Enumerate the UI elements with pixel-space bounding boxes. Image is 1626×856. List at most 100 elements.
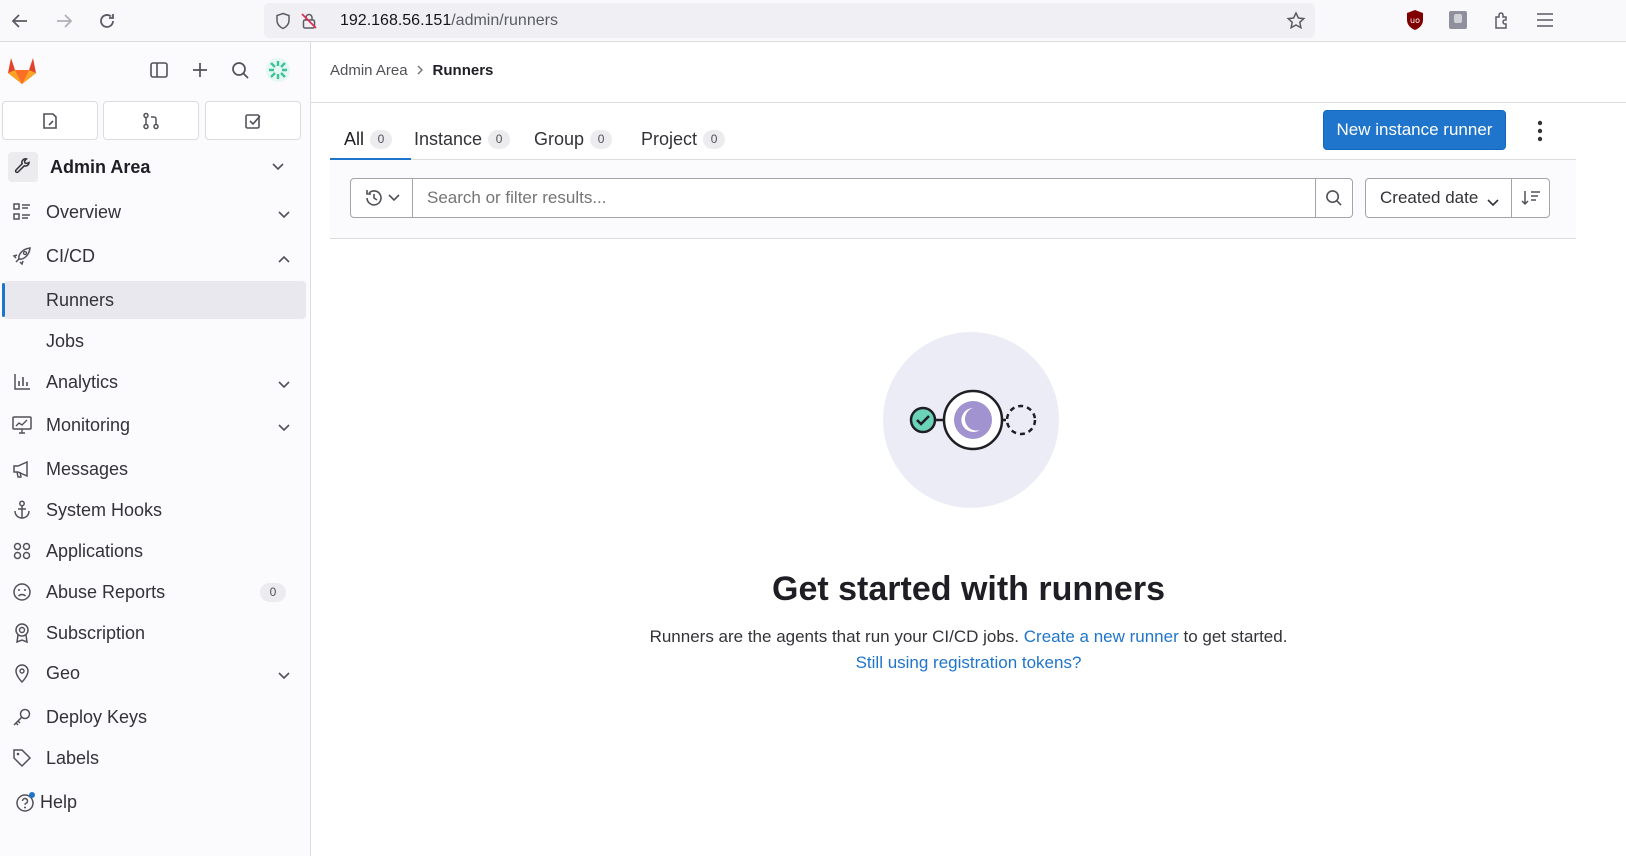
sort-lowest-icon — [1520, 191, 1540, 206]
help-label: Help — [40, 791, 78, 812]
tab-count-badge: 0 — [590, 129, 613, 149]
search-icon[interactable] — [226, 56, 254, 84]
help-question-icon — [14, 790, 38, 814]
sidebar-item-applications[interactable]: Applications — [4, 532, 306, 570]
sidebar-item-labels[interactable]: Labels — [4, 739, 306, 777]
breadcrumb: Admin Area Runners — [330, 62, 493, 79]
sidebar-item-label: Jobs — [46, 330, 85, 351]
search-input[interactable] — [412, 178, 1316, 218]
analytics-chart-icon — [10, 370, 34, 394]
shield-icon[interactable] — [272, 10, 294, 32]
merge-requests-shortcut-button[interactable] — [103, 101, 199, 140]
ublock-icon[interactable]: uo — [1402, 7, 1428, 33]
menu-hamburger-icon[interactable] — [1532, 7, 1558, 33]
forward-icon[interactable] — [51, 8, 77, 34]
sidebar-item-label: Overview — [46, 201, 122, 222]
sidebar-item-subscription[interactable]: Subscription — [4, 614, 306, 652]
tab-label: Group — [534, 128, 585, 149]
sort-direction-button[interactable] — [1511, 178, 1550, 218]
chevron-down-icon — [387, 194, 400, 202]
create-new-runner-link[interactable]: Create a new runner — [1024, 627, 1179, 646]
sidebar-item-label: Deploy Keys — [46, 706, 148, 727]
extension-avatar-icon[interactable] — [1445, 7, 1471, 33]
breadcrumb-separator-icon — [417, 63, 424, 78]
context-label: Admin Area — [50, 156, 151, 177]
header-divider — [311, 102, 1626, 103]
new-instance-runner-button[interactable]: New instance runner — [1323, 110, 1506, 150]
rocket-icon — [10, 244, 34, 268]
issues-shortcut-button[interactable] — [2, 101, 98, 140]
history-icon — [365, 190, 382, 206]
sidebar-item-overview[interactable]: Overview — [4, 193, 306, 231]
sidebar-item-label: Subscription — [46, 622, 146, 643]
chevron-down-icon — [278, 206, 290, 224]
back-icon[interactable] — [7, 8, 33, 34]
svg-text:uo: uo — [1410, 16, 1420, 25]
search-submit-button[interactable] — [1315, 178, 1353, 218]
tab-count-badge: 0 — [703, 129, 726, 149]
runners-empty-illustration — [881, 330, 1061, 510]
sidebar-item-label: Messages — [46, 458, 129, 479]
issues-icon — [43, 112, 57, 129]
megaphone-icon — [10, 457, 34, 481]
chevron-down-icon — [278, 376, 290, 394]
sidebar-item-jobs[interactable]: Jobs — [4, 322, 306, 360]
sidebar-item-label: Geo — [46, 662, 81, 683]
sidebar-item-deploy-keys[interactable]: Deploy Keys — [4, 698, 306, 736]
sidebar-item-cicd[interactable]: CI/CD — [4, 237, 306, 275]
sidebar-toggle-icon[interactable] — [145, 56, 173, 84]
sidebar-item-abuse-reports[interactable]: Abuse Reports 0 — [4, 573, 306, 611]
sort-by-dropdown[interactable]: Created date — [1365, 178, 1512, 218]
tab-count-badge: 0 — [488, 129, 511, 149]
extensions-puzzle-icon[interactable] — [1489, 7, 1515, 33]
tab-instance[interactable]: Instance 0 — [414, 118, 511, 160]
filter-bar: Created date — [330, 160, 1576, 239]
sidebar-item-monitoring[interactable]: Monitoring — [4, 406, 306, 444]
sad-face-icon — [10, 580, 34, 604]
sidebar-item-label: Monitoring — [46, 414, 131, 435]
chevron-down-icon — [272, 160, 284, 174]
sidebar: Admin Area Overview CI/CD Runners Jobs A… — [0, 42, 311, 856]
user-avatar-icon[interactable] — [264, 56, 292, 84]
bookmark-star-icon[interactable] — [1285, 10, 1307, 32]
tab-project[interactable]: Project 0 — [641, 118, 726, 160]
context-switcher[interactable]: Admin Area — [4, 145, 302, 189]
gitlab-logo-icon[interactable] — [4, 52, 40, 88]
sidebar-item-runners[interactable]: Runners — [2, 281, 306, 319]
main-content: Admin Area Runners All 0 Instance 0 Grou… — [311, 42, 1626, 856]
sidebar-item-label: System Hooks — [46, 499, 163, 520]
url-text[interactable]: 192.168.56.151/admin/runners — [340, 12, 558, 30]
tab-label: Instance — [414, 128, 483, 149]
empty-state-title: Get started with runners — [772, 570, 1165, 608]
search-icon — [1326, 190, 1342, 206]
tab-all[interactable]: All 0 — [330, 118, 411, 160]
todos-shortcut-button[interactable] — [205, 101, 301, 140]
chevron-down-icon — [278, 419, 290, 437]
chevron-down-icon — [1487, 192, 1499, 212]
sidebar-item-label: Runners — [46, 289, 115, 310]
sidebar-item-system-hooks[interactable]: System Hooks — [4, 491, 306, 529]
sidebar-item-label: Applications — [46, 540, 144, 561]
empty-state-description: Runners are the agents that run your CI/… — [311, 624, 1626, 676]
reload-icon[interactable] — [94, 8, 120, 34]
key-icon — [10, 705, 34, 729]
sidebar-item-messages[interactable]: Messages — [4, 450, 306, 488]
more-actions-kebab-icon[interactable] — [1530, 118, 1550, 144]
sidebar-item-geo[interactable]: Geo — [4, 654, 306, 692]
recent-searches-button[interactable] — [350, 178, 413, 218]
chevron-up-icon — [278, 250, 290, 268]
breadcrumb-runners[interactable]: Runners — [433, 62, 494, 79]
plus-icon[interactable] — [186, 56, 214, 84]
insecure-lock-icon[interactable] — [298, 10, 320, 32]
merge-request-icon — [143, 112, 159, 129]
breadcrumb-admin-area[interactable]: Admin Area — [330, 62, 408, 79]
chevron-down-icon — [278, 667, 290, 685]
sidebar-item-analytics[interactable]: Analytics — [4, 363, 306, 401]
tab-group[interactable]: Group 0 — [534, 118, 613, 160]
tab-count-badge: 0 — [370, 129, 393, 149]
url-bar[interactable]: 192.168.56.151/admin/runners — [264, 3, 1315, 38]
abuse-reports-count-badge: 0 — [260, 583, 286, 602]
help-button[interactable]: Help — [4, 783, 94, 821]
license-badge-icon — [10, 621, 34, 645]
registration-tokens-link[interactable]: Still using registration tokens? — [856, 653, 1082, 672]
